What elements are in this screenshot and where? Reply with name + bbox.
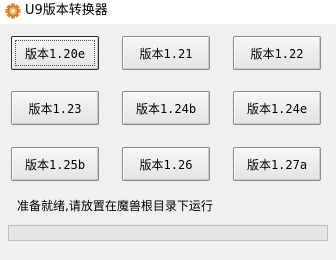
progress-bar [8, 225, 328, 241]
app-window: U9版本转换器 版本1.20e 版本1.21 版本1.22 版本1.23 版本1… [0, 0, 336, 260]
version-1-24b-button[interactable]: 版本1.24b [122, 91, 210, 125]
version-1-20e-button[interactable]: 版本1.20e [11, 36, 99, 70]
version-1-21-button[interactable]: 版本1.21 [122, 36, 210, 70]
title-bar[interactable]: U9版本转换器 [0, 0, 336, 24]
version-1-22-button[interactable]: 版本1.22 [233, 36, 321, 70]
version-1-26-button[interactable]: 版本1.26 [122, 147, 210, 181]
version-1-25b-button[interactable]: 版本1.25b [11, 147, 99, 181]
status-text: 准备就绪,请放置在魔兽根目录下运行 [17, 199, 213, 213]
window-title: U9版本转换器 [25, 3, 108, 18]
version-1-24e-button[interactable]: 版本1.24e [233, 91, 321, 125]
version-1-23-button[interactable]: 版本1.23 [11, 91, 99, 125]
version-1-27a-button[interactable]: 版本1.27a [233, 147, 321, 181]
app-gear-icon [5, 3, 21, 19]
